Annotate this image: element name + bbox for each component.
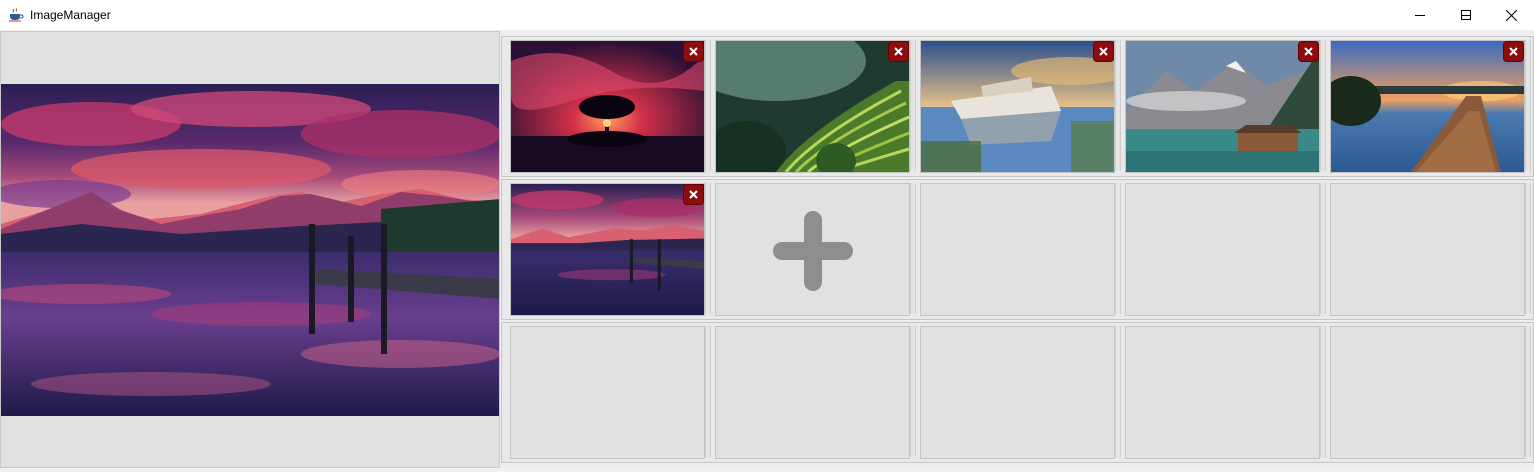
cell-separator (1115, 40, 1121, 171)
cell-separator (1115, 183, 1121, 314)
lake-sunset-thumbnail (511, 184, 704, 315)
thumbnail-cell[interactable] (1330, 40, 1525, 173)
remove-icon (894, 47, 903, 56)
empty-cell (510, 326, 705, 459)
thumbnail-cell-selected[interactable] (510, 183, 705, 316)
cell-separator (1115, 326, 1121, 457)
cell-separator (910, 183, 916, 314)
coffee-cup-icon (9, 8, 24, 22)
window-title: ImageManager (30, 8, 111, 22)
empty-cell (920, 183, 1115, 316)
cell-separator (1525, 40, 1531, 171)
empty-cell (1125, 183, 1320, 316)
thumbnail-cell[interactable] (920, 40, 1115, 173)
remove-button[interactable] (1299, 42, 1318, 61)
tree-sunset-thumbnail (511, 41, 704, 172)
thumbnail-cell[interactable] (715, 40, 910, 173)
cell-separator (1320, 326, 1326, 457)
remove-button[interactable] (889, 42, 908, 61)
empty-cell (1330, 183, 1525, 316)
remove-button[interactable] (684, 185, 703, 204)
rice-terraces-thumbnail (716, 41, 909, 172)
thumbnail-cell[interactable] (510, 40, 705, 173)
empty-cell (715, 326, 910, 459)
maximize-button[interactable] (1443, 0, 1489, 30)
minimize-button-area[interactable] (1397, 0, 1443, 30)
cell-separator (705, 40, 711, 171)
empty-cell (1330, 326, 1525, 459)
remove-icon (689, 190, 698, 199)
shipwreck-thumbnail (921, 41, 1114, 172)
title-bar: ImageManager (0, 0, 1534, 30)
preview-pane (0, 31, 500, 468)
thumbnail-cell[interactable] (1125, 40, 1320, 173)
add-image-button[interactable] (715, 183, 910, 316)
remove-button[interactable] (1504, 42, 1523, 61)
cell-separator (1525, 326, 1531, 457)
cell-separator (910, 326, 916, 457)
close-button[interactable] (1488, 0, 1534, 30)
maximize-icon (1461, 10, 1471, 20)
wooden-pier-thumbnail (1331, 41, 1524, 172)
empty-cell (920, 326, 1115, 459)
cell-separator (910, 40, 916, 171)
remove-icon (689, 47, 698, 56)
remove-icon (1509, 47, 1518, 56)
cell-separator (1320, 183, 1326, 314)
empty-cell (1125, 326, 1320, 459)
cell-separator (705, 183, 711, 314)
plus-icon (773, 211, 853, 291)
cell-separator (705, 326, 711, 457)
close-icon (1505, 9, 1517, 21)
remove-button[interactable] (1094, 42, 1113, 61)
remove-icon (1099, 47, 1108, 56)
cell-separator (1320, 40, 1326, 171)
minimize-icon (1415, 15, 1425, 16)
remove-icon (1304, 47, 1313, 56)
remove-button[interactable] (684, 42, 703, 61)
mountain-lake-thumbnail (1126, 41, 1319, 172)
preview-image (1, 84, 499, 416)
cell-separator (1525, 183, 1531, 314)
